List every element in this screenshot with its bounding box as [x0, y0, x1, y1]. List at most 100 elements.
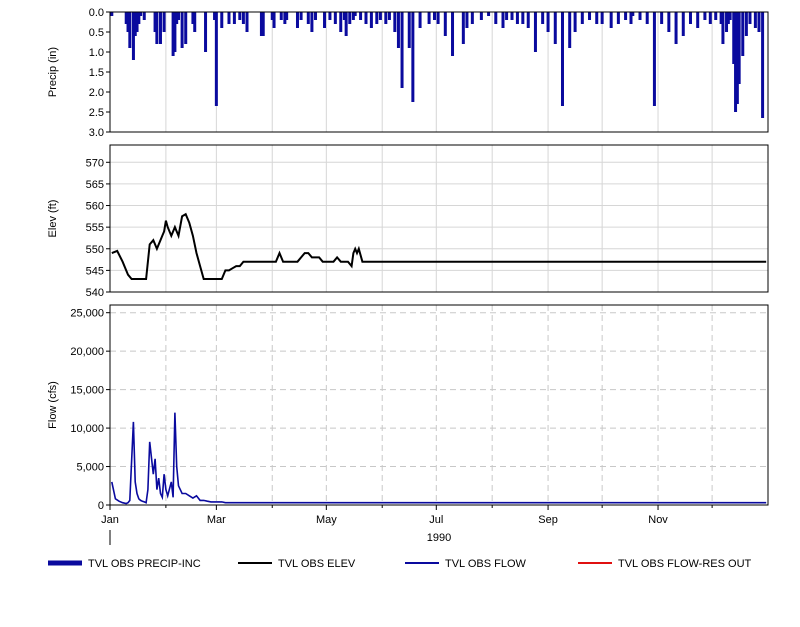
- precip-bar: [427, 12, 431, 24]
- precip-bar: [162, 12, 166, 32]
- precip-bar: [443, 12, 447, 36]
- precip-bar: [568, 12, 572, 48]
- precip-bar: [714, 12, 718, 20]
- precip-bar: [128, 12, 132, 48]
- x-tick-label: Mar: [207, 514, 226, 526]
- legend-label: TVL OBS PRECIP-INC: [88, 558, 201, 570]
- legend-label: TVL OBS FLOW: [445, 558, 527, 570]
- precip-bar: [155, 12, 159, 44]
- precip-bar: [369, 12, 373, 28]
- precip-tick-label: 3.0: [89, 127, 104, 139]
- precip-bar: [533, 12, 537, 52]
- precip-bar: [510, 12, 514, 20]
- precip-bar: [299, 12, 303, 20]
- precip-tick-label: 0.5: [89, 27, 104, 39]
- precip-bar: [494, 12, 498, 24]
- precip-bar: [721, 12, 725, 44]
- flow-tick-label: 0: [98, 500, 104, 512]
- precip-bar: [204, 12, 208, 52]
- precip-bar: [411, 12, 415, 102]
- precip-bar: [180, 12, 184, 48]
- precip-bar: [384, 12, 388, 24]
- flow-tick-label: 25,000: [70, 308, 104, 320]
- precip-bar: [348, 12, 352, 24]
- x-tick-label: Nov: [648, 514, 668, 526]
- precip-bar: [526, 12, 530, 28]
- precip-bar: [375, 12, 379, 24]
- precip-bar: [396, 12, 400, 48]
- precip-bar: [553, 12, 557, 44]
- precip-bar: [139, 12, 143, 16]
- precip-bar: [323, 12, 327, 28]
- precip-bar: [521, 12, 525, 24]
- precip-bar: [573, 12, 577, 32]
- precip-axis-label: Precip (in): [47, 47, 59, 97]
- precip-bar: [279, 12, 283, 20]
- precip-tick-label: 2.0: [89, 87, 104, 99]
- precip-bar: [696, 12, 700, 28]
- precip-bar: [314, 12, 318, 20]
- elev-tick-label: 540: [86, 287, 104, 299]
- elev-tick-label: 565: [86, 179, 104, 191]
- precip-bar: [652, 12, 656, 106]
- precip-bar: [238, 12, 242, 20]
- precip-bar: [378, 12, 382, 20]
- precip-bar: [272, 12, 276, 28]
- precip-bar: [515, 12, 519, 24]
- precip-bar: [306, 12, 310, 24]
- precip-bar: [465, 12, 469, 28]
- legend-label: TVL OBS ELEV: [278, 558, 356, 570]
- precip-bar: [728, 12, 732, 20]
- precip-bar: [261, 12, 265, 36]
- precip-bar: [600, 12, 604, 24]
- precip-bar: [245, 12, 249, 32]
- precip-bar: [546, 12, 550, 32]
- x-tick-label: Sep: [538, 514, 558, 526]
- flow-tick-label: 15,000: [70, 385, 104, 397]
- precip-bar: [609, 12, 613, 28]
- precip-bar: [479, 12, 483, 20]
- precip-bar: [193, 12, 197, 32]
- precip-bar: [393, 12, 397, 32]
- precip-bar: [501, 12, 505, 28]
- flow-tick-label: 20,000: [70, 346, 104, 358]
- chart: 0.0 0.5 1.0 1.5 2.0 2.5 3.0 Precip (in) 540 545 55…: [47, 7, 769, 570]
- precip-bar: [744, 12, 748, 36]
- precip-bar: [660, 12, 664, 24]
- precip-bar: [158, 12, 162, 44]
- elev-line: [111, 212, 767, 280]
- precip-bar: [560, 12, 564, 106]
- precip-bar: [232, 12, 236, 24]
- precip-bar: [541, 12, 545, 24]
- precip-bar: [227, 12, 231, 24]
- precip-bar: [624, 12, 628, 20]
- x-tick-label: Jan: [101, 514, 119, 526]
- precip-bar: [364, 12, 368, 24]
- x-tick-label: May: [316, 514, 337, 526]
- precip-bar: [295, 12, 299, 28]
- precip-bar: [737, 12, 741, 84]
- precip-bar: [761, 12, 765, 118]
- precip-bar: [748, 12, 752, 24]
- elev-axis-label: Elev (ft): [47, 200, 59, 238]
- precip-bar: [333, 12, 337, 24]
- year-label: 1990: [427, 532, 451, 544]
- precip-bar: [470, 12, 474, 24]
- precip-bar: [708, 12, 712, 24]
- precip-bar: [353, 12, 357, 16]
- precip-bar: [703, 12, 707, 20]
- precip-bar: [681, 12, 685, 36]
- elev-tick-label: 560: [86, 201, 104, 213]
- elev-tick-label: 550: [86, 244, 104, 256]
- precip-bar: [387, 12, 391, 20]
- precip-bar: [214, 12, 218, 106]
- precip-bar: [688, 12, 692, 24]
- precip-bar: [177, 12, 181, 20]
- elev-tick-label: 570: [86, 157, 104, 169]
- precip-bar: [142, 12, 146, 20]
- precip-bar: [310, 12, 314, 32]
- precip-bar: [285, 12, 289, 20]
- precip-bar: [407, 12, 411, 48]
- precip-bar: [505, 12, 509, 20]
- flow-tick-label: 5,000: [76, 462, 104, 474]
